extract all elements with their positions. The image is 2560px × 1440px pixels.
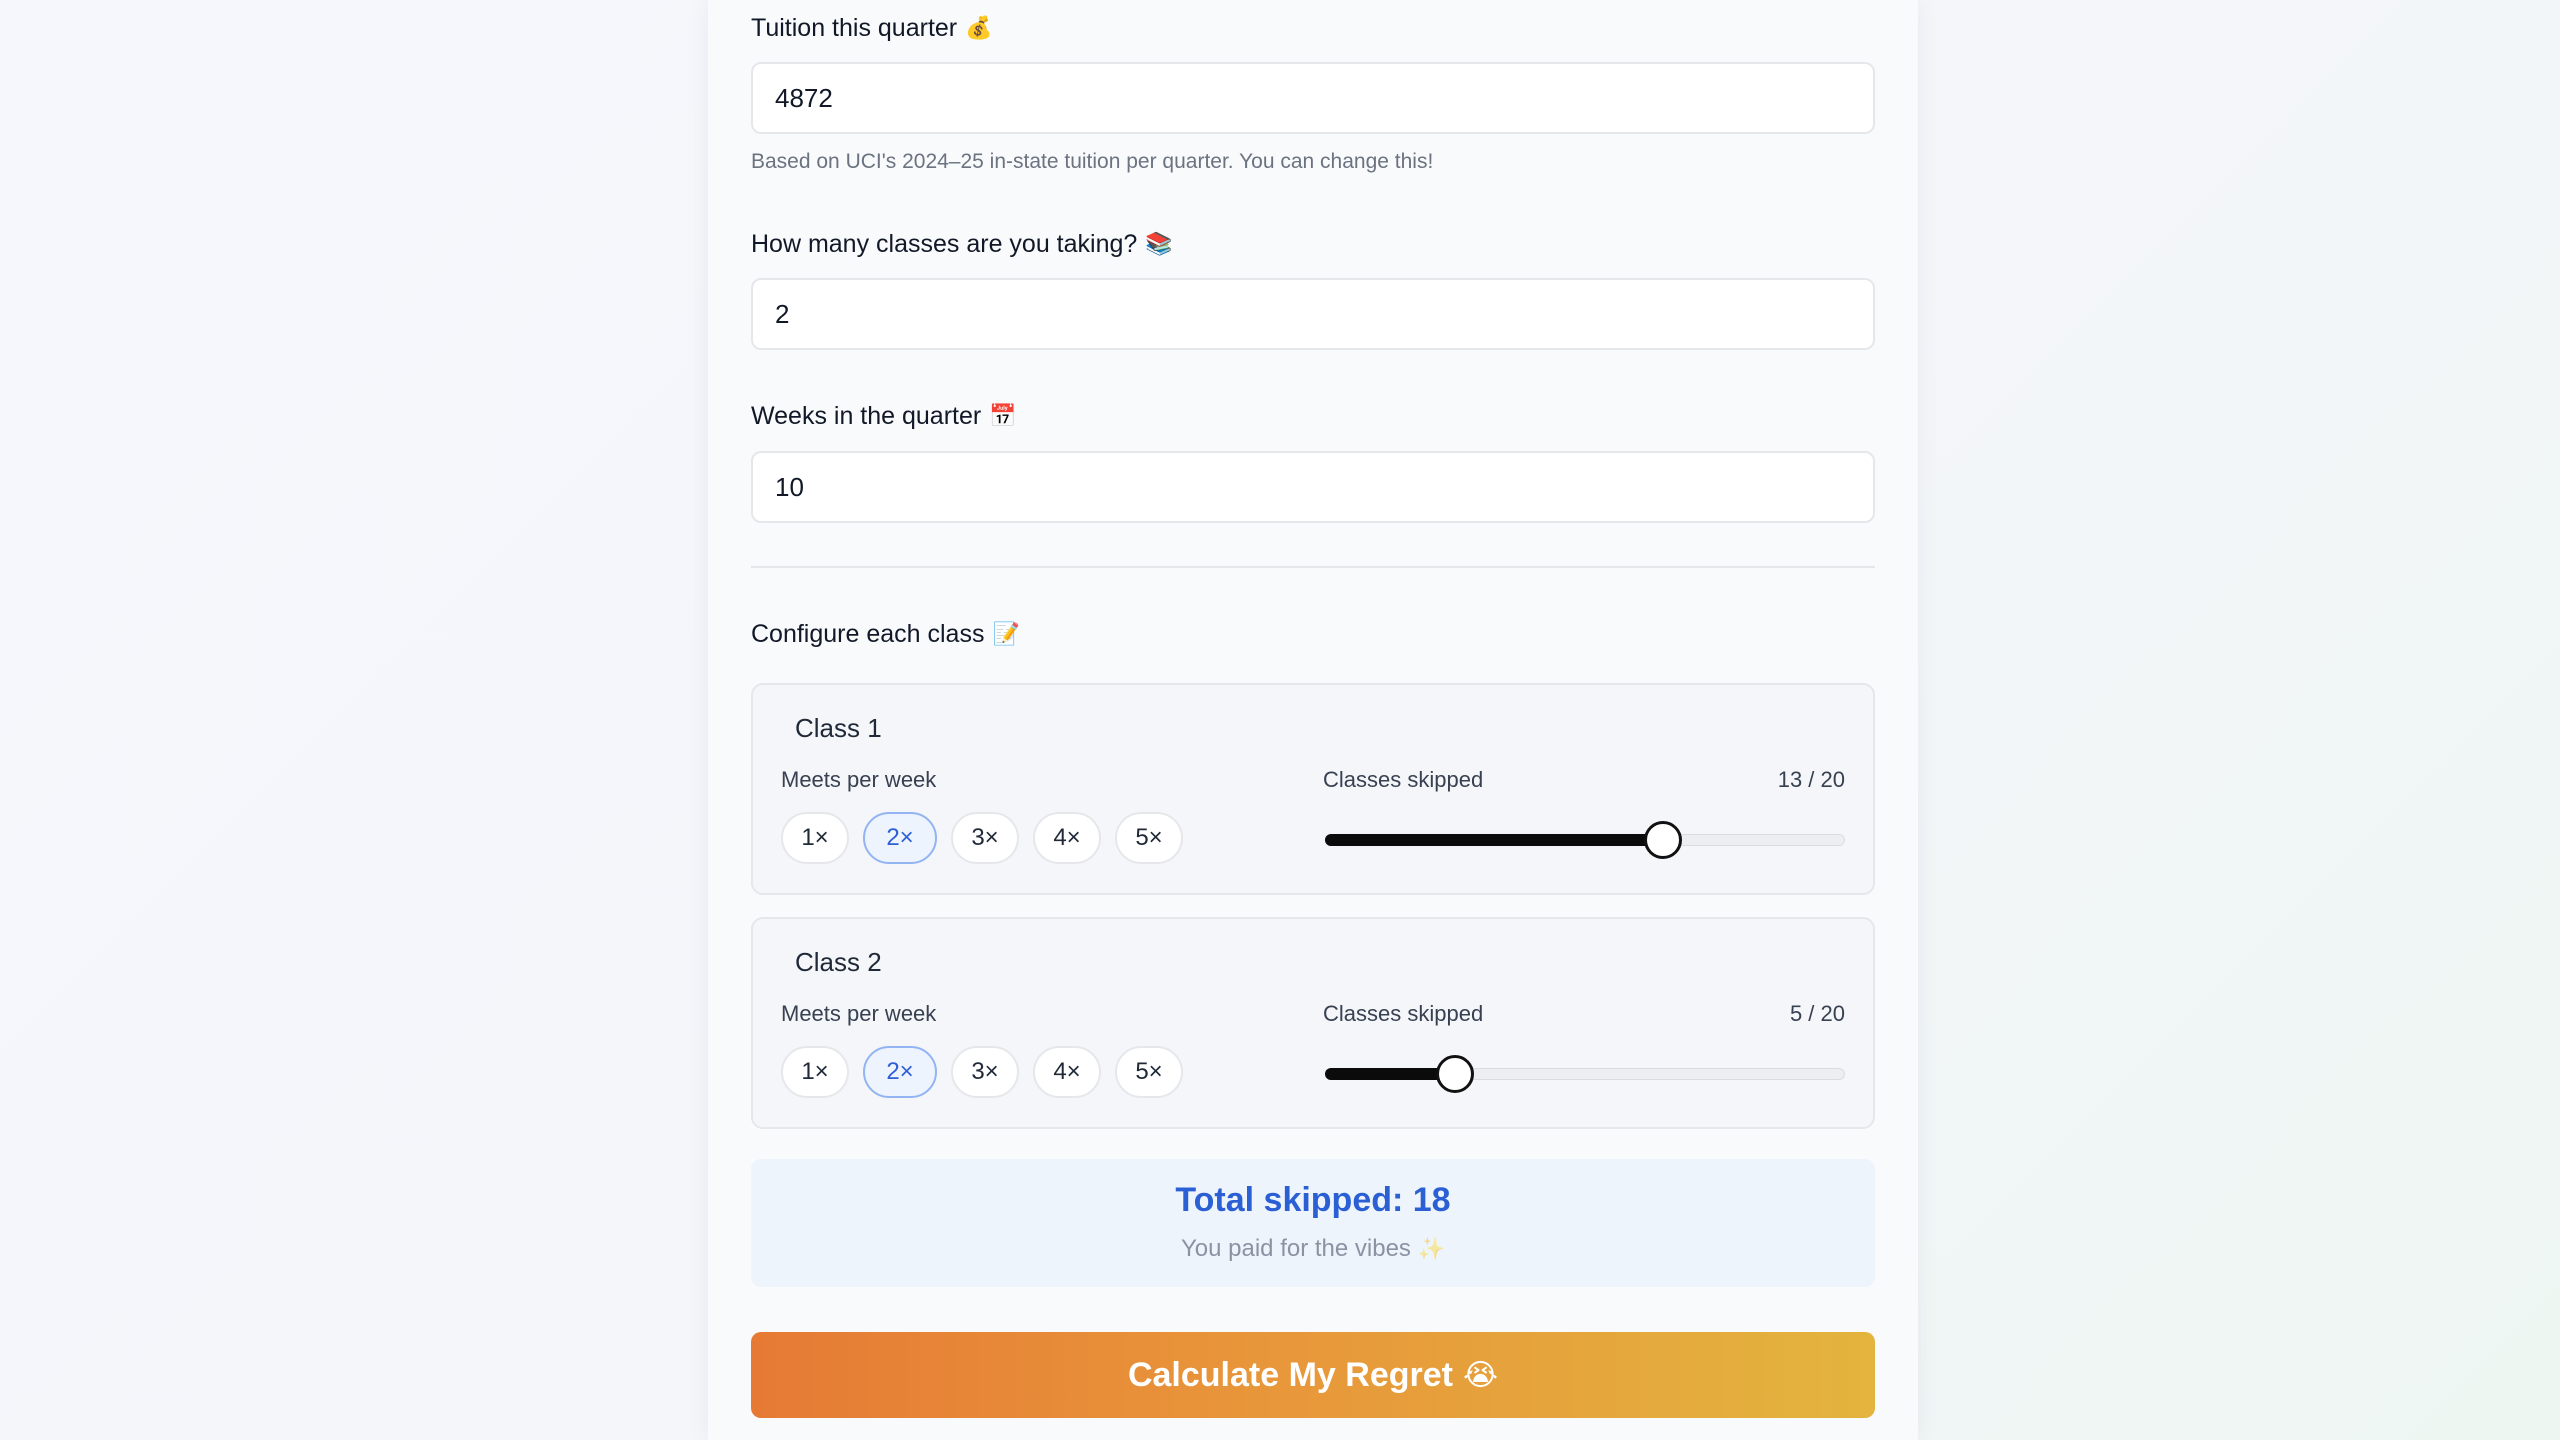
tuition-label: Tuition this quarter 💰 [751, 14, 993, 42]
memo-icon: 📝 [992, 622, 1020, 647]
freq-option-5x[interactable]: 5× [1115, 812, 1183, 864]
freq-option-4x[interactable]: 4× [1033, 1046, 1101, 1098]
meets-per-week-label: Meets per week [781, 767, 937, 792]
money-bag-icon: 💰 [965, 16, 993, 41]
freq-option-4x[interactable]: 4× [1033, 812, 1101, 864]
divider [751, 566, 1875, 568]
freq-option-1x[interactable]: 1× [781, 812, 849, 864]
total-skipped-text: Total skipped: 18 [1175, 1181, 1451, 1219]
slider-thumb[interactable] [1436, 1055, 1474, 1093]
total-skipped-summary: Total skipped: 18 You paid for the vibes… [751, 1159, 1875, 1287]
weeks-input[interactable] [751, 451, 1875, 523]
meets-per-week-label: Meets per week [781, 1001, 937, 1026]
books-icon: 📚 [1145, 232, 1173, 257]
classes-skipped-label: Classes skipped [1323, 1001, 1484, 1026]
classes-count-input[interactable] [751, 278, 1875, 350]
class-card-2: Class 2 Meets per week 1× 2× 3× 4× 5× Cl… [751, 917, 1875, 1129]
weeks-label: Weeks in the quarter 📅 [751, 402, 1017, 430]
tuition-input[interactable] [751, 62, 1875, 134]
skipped-slider[interactable] [1325, 819, 1845, 859]
freq-option-2x-selected[interactable]: 2× [863, 812, 937, 864]
freq-option-1x[interactable]: 1× [781, 1046, 849, 1098]
slider-thumb[interactable] [1644, 821, 1682, 859]
freq-option-5x[interactable]: 5× [1115, 1046, 1183, 1098]
classes-skipped-label: Classes skipped [1323, 767, 1484, 792]
freq-option-3x[interactable]: 3× [951, 812, 1019, 864]
slider-fill [1325, 834, 1663, 846]
class-title: Class 1 [795, 713, 882, 743]
frequency-options: 1× 2× 3× 4× 5× [781, 1046, 1183, 1098]
configure-section-title: Configure each class 📝 [751, 620, 1020, 648]
summary-subtitle: You paid for the vibes ✨ [1180, 1235, 1446, 1262]
skipped-count: 5 / 20 [1789, 1001, 1845, 1026]
freq-option-3x[interactable]: 3× [951, 1046, 1019, 1098]
calculate-regret-button[interactable]: Calculate My Regret 😭 [751, 1332, 1875, 1418]
skipped-count: 13 / 20 [1777, 767, 1845, 792]
classes-count-label: How many classes are you taking? 📚 [751, 230, 1173, 258]
freq-option-2x-selected[interactable]: 2× [863, 1046, 937, 1098]
class-card-1: Class 1 Meets per week 1× 2× 3× 4× 5× Cl… [751, 683, 1875, 895]
tuition-helper-text: Based on UCI's 2024–25 in-state tuition … [751, 150, 1434, 173]
calendar-icon: 📅 [989, 404, 1017, 429]
skipped-slider[interactable] [1325, 1053, 1845, 1093]
crying-face-icon: 😭 [1462, 1357, 1499, 1393]
frequency-options: 1× 2× 3× 4× 5× [781, 812, 1183, 864]
sparkles-icon: ✨ [1417, 1237, 1446, 1262]
calculator-card: Tuition this quarter 💰 Based on UCI's 20… [708, 0, 1918, 1440]
class-title: Class 2 [795, 947, 882, 977]
